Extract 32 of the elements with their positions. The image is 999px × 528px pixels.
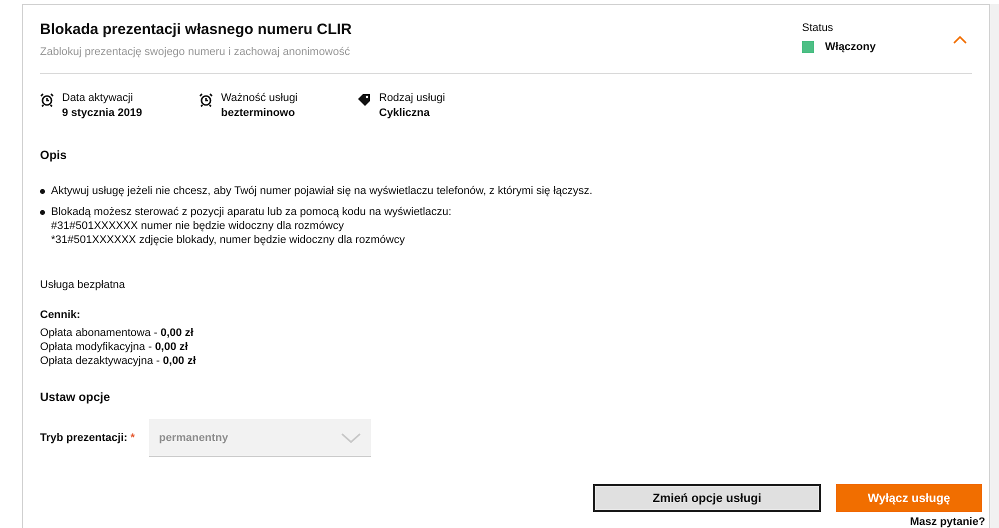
section-heading: Ustaw opcje <box>40 390 112 404</box>
service-subtitle: Zablokuj prezentację swojego numeru i zachowaj anonimowość <box>40 45 351 59</box>
description-line: #31#501XXXXXX numer nie będzie widoczny dla rozmówcy <box>51 219 345 233</box>
info-label: Rodzaj usługi <box>379 91 446 105</box>
price-line: Opłata dezaktywacyjna - 0,00 zł <box>40 354 197 368</box>
bullet-icon <box>40 189 45 194</box>
chevron-down-icon <box>341 432 361 442</box>
section-heading: Opis <box>40 148 68 162</box>
pricing-heading: Cennik: <box>40 308 82 322</box>
info-value: 9 stycznia 2019 <box>62 106 142 120</box>
info-label: Ważność usługi <box>221 91 298 105</box>
collapse-toggle[interactable] <box>952 35 968 45</box>
scrollbar-track[interactable] <box>990 4 999 528</box>
description-line: *31#501XXXXXX zdjęcie blokady, numer będzie widoczny dla rozmówcy <box>51 233 406 247</box>
field-label: Tryb prezentacji: * <box>40 431 136 445</box>
alarm-clock-icon <box>199 93 213 107</box>
change-options-button[interactable]: Zmień opcje usługi <box>593 484 821 512</box>
info-value: bezterminowo <box>221 106 296 120</box>
description-line: Blokadą możesz sterować z pozycji aparatu lub za pomocą kodu na wyświetlaczu: <box>51 205 452 219</box>
alarm-clock-icon <box>40 93 54 107</box>
tag-icon <box>357 93 371 107</box>
chevron-up-icon <box>953 36 967 44</box>
status-value: Włączony <box>825 40 876 54</box>
service-title: Blokada prezentacji własnego numeru CLIR <box>40 23 353 37</box>
status-label: Status <box>802 21 834 35</box>
info-value: Cykliczna <box>379 106 431 120</box>
bullet-icon <box>40 210 45 215</box>
price-line: Opłata modyfikacyjna - 0,00 zł <box>40 340 189 354</box>
price-line: Opłata abonamentowa - 0,00 zł <box>40 326 194 340</box>
info-label: Data aktywacji <box>62 91 134 105</box>
description-line: Aktywuj usługę jeżeli nie chcesz, aby Twój numer pojawiał się na wyświetlaczu telefonów, z którymi się łączysz. <box>51 184 592 198</box>
free-note: Usługa bezpłatna <box>40 278 126 292</box>
